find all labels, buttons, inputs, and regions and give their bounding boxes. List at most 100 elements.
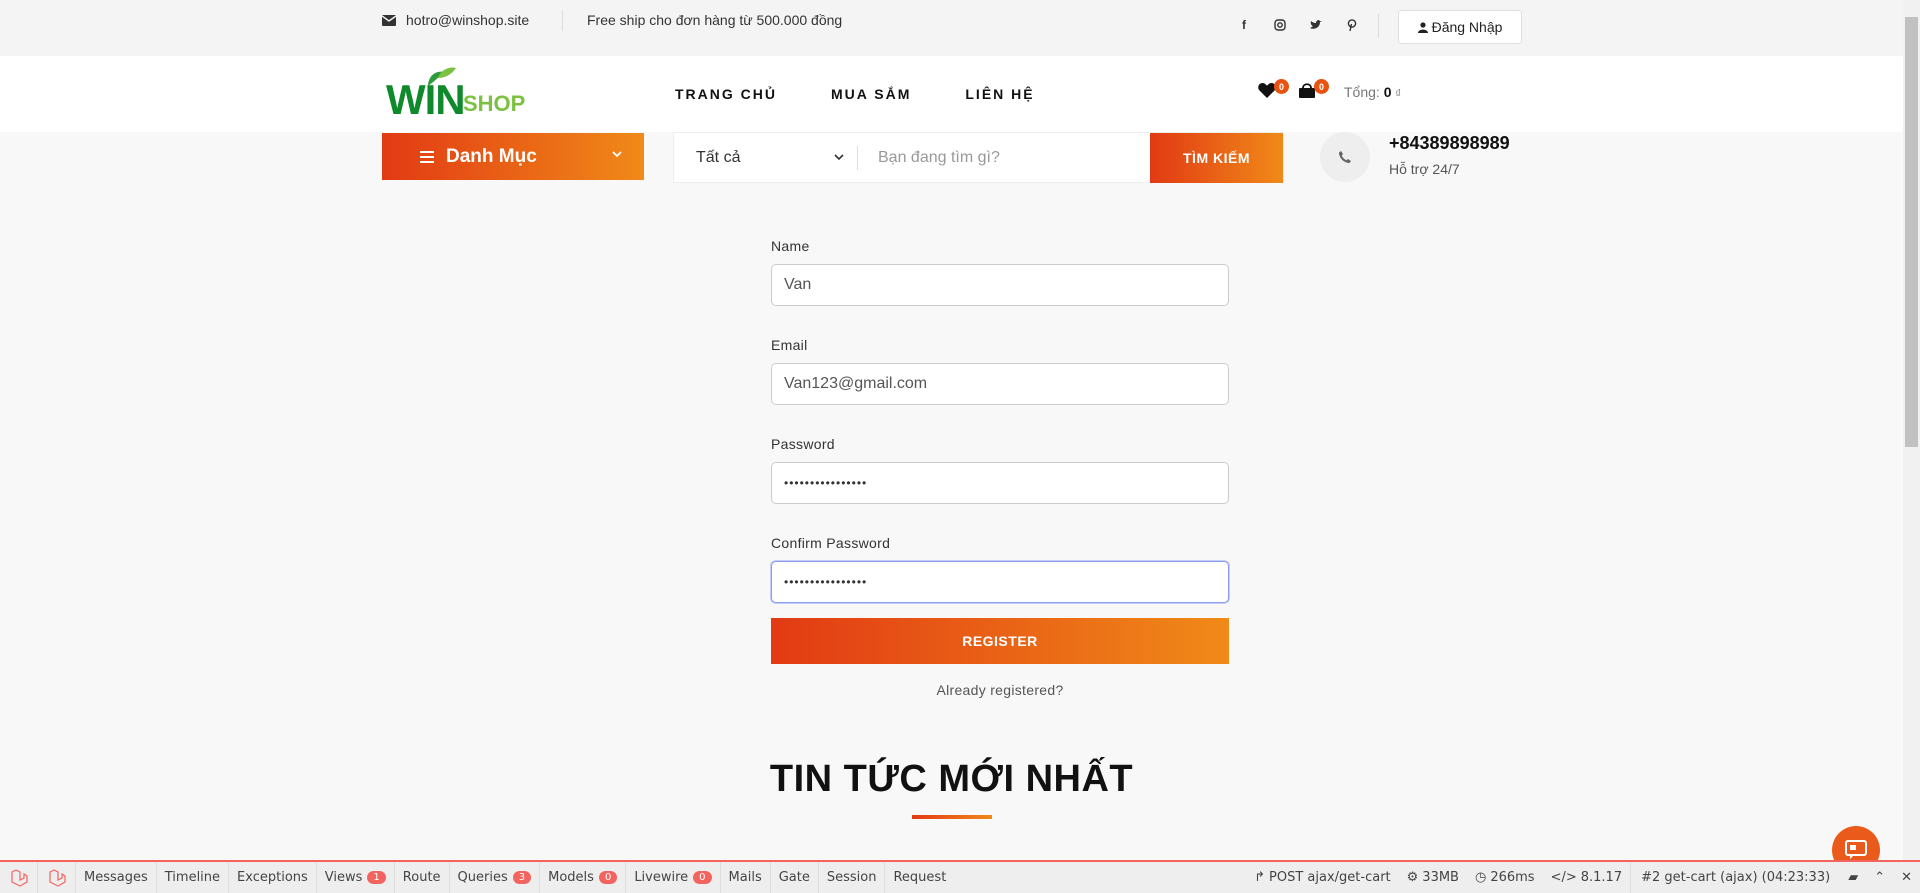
- register-button[interactable]: REGISTER: [771, 618, 1229, 664]
- debug-tab-queries[interactable]: Queries 3: [450, 862, 541, 893]
- debug-tab-label: Route: [402, 870, 441, 885]
- debug-php-text: 8.1.17: [1580, 870, 1623, 885]
- currency-symbol: ₫: [1395, 88, 1402, 100]
- top-divider: [562, 11, 563, 31]
- debug-php-version: </> 8.1.17: [1543, 862, 1631, 893]
- debug-tab-label: Livewire: [634, 870, 689, 885]
- top-promo: Free ship cho đơn hàng từ 500.000 đồng: [587, 12, 843, 28]
- pinterest-icon[interactable]: [1344, 17, 1360, 33]
- nav-contact[interactable]: LIÊN HỆ: [965, 86, 1034, 102]
- cogs-icon: ⚙: [1406, 870, 1419, 885]
- code-icon: </>: [1550, 870, 1577, 885]
- debug-count-badge: 0: [693, 871, 712, 884]
- name-input[interactable]: Van: [771, 264, 1229, 306]
- top-email-text: hotro@winshop.site: [406, 12, 530, 28]
- category-menu-button[interactable]: Danh Mục: [382, 133, 644, 180]
- debug-request-route: ↱ POST ajax/get-cart: [1246, 862, 1399, 893]
- debug-tab-label: Timeline: [164, 870, 221, 885]
- facebook-icon[interactable]: f: [1236, 17, 1252, 33]
- debug-memory: ⚙ 33MB: [1399, 862, 1467, 893]
- chevron-down-icon: [612, 151, 622, 158]
- debug-right-info: ↱ POST ajax/get-cart ⚙ 33MB ◷ 266ms </> …: [1246, 862, 1920, 893]
- envelope-icon: [382, 14, 396, 26]
- total-value: 0: [1383, 84, 1392, 100]
- logo-win: WIN: [386, 76, 466, 123]
- login-button[interactable]: Đăng Nhập: [1398, 10, 1522, 44]
- share-icon: ↱: [1254, 870, 1266, 885]
- debug-memory-text: 33MB: [1422, 870, 1459, 885]
- debug-tab-gate[interactable]: Gate: [771, 862, 819, 893]
- cart-button[interactable]: 0: [1298, 79, 1329, 102]
- news-heading-underline: [912, 815, 992, 819]
- login-label: Đăng Nhập: [1431, 19, 1503, 35]
- debug-tab-session[interactable]: Session: [819, 862, 886, 893]
- debug-request-text: POST ajax/get-cart: [1269, 870, 1391, 885]
- scrollbar-thumb[interactable]: [1905, 17, 1918, 447]
- nav-shop[interactable]: MUA SẮM: [831, 86, 911, 102]
- debug-count-badge: 0: [598, 871, 618, 884]
- confirm-password-input[interactable]: ••••••••••••••••: [771, 561, 1229, 603]
- debug-tab-label: Exceptions: [237, 870, 308, 885]
- password-input[interactable]: ••••••••••••••••: [771, 462, 1229, 504]
- already-registered-link[interactable]: Already registered?: [771, 682, 1229, 698]
- debug-tab-label: Models: [548, 870, 594, 885]
- nav-home[interactable]: TRANG CHỦ: [675, 86, 777, 102]
- wishlist-count: 0: [1274, 79, 1289, 94]
- support-hours: Hỗ trợ 24/7: [1389, 161, 1460, 177]
- phone-icon-circle: [1320, 132, 1370, 182]
- debug-tab-label: Views: [324, 870, 363, 885]
- menu-icon: [420, 150, 434, 163]
- total-label: Tổng:: [1344, 84, 1380, 100]
- debug-tab-exceptions[interactable]: Exceptions: [229, 862, 317, 893]
- name-label: Name: [771, 238, 810, 254]
- laravel-logo-icon-2[interactable]: [38, 862, 76, 893]
- cart-total: Tổng: 0 ₫: [1344, 84, 1401, 100]
- debug-tab-mails[interactable]: Mails: [721, 862, 771, 893]
- main-header: WIN SHOP TRANG CHỦ MUA SẮM LIÊN HỆ 0 0 T…: [0, 56, 1903, 132]
- debug-tab-views[interactable]: Views 1: [317, 862, 395, 893]
- category-select[interactable]: Tất cả: [674, 133, 857, 182]
- debug-tab-route[interactable]: Route: [395, 862, 450, 893]
- debug-tab-request[interactable]: Request: [885, 862, 954, 893]
- site-logo[interactable]: WIN SHOP: [386, 66, 536, 126]
- debug-tab-label: Session: [826, 870, 877, 885]
- chat-icon: [1845, 840, 1867, 859]
- debug-time-text: 266ms: [1490, 870, 1535, 885]
- cart-count: 0: [1314, 79, 1329, 94]
- search-input[interactable]: [858, 133, 1148, 182]
- category-menu-label: Danh Mục: [446, 145, 537, 167]
- debug-tab-label: Queries: [457, 870, 508, 885]
- top-bar: hotro@winshop.site Free ship cho đơn hàn…: [0, 0, 1903, 56]
- debug-count-badge: 3: [512, 871, 532, 884]
- debug-tab-label: Gate: [778, 870, 810, 885]
- main-nav: TRANG CHỦ MUA SẮM LIÊN HỆ: [675, 86, 1089, 102]
- debug-tab-messages[interactable]: Messages: [76, 862, 157, 893]
- folder-open-icon[interactable]: ▰: [1840, 862, 1866, 893]
- debug-tab-label: Request: [893, 870, 947, 885]
- page-scrollbar[interactable]: [1903, 0, 1920, 860]
- news-heading: TIN TỨC MỚI NHẤT: [769, 758, 1134, 800]
- debug-bar: Messages Timeline Exceptions Views 1 Rout…: [0, 860, 1920, 893]
- laravel-logo-icon[interactable]: [0, 862, 38, 893]
- email-input[interactable]: Van123@gmail.com: [771, 363, 1229, 405]
- debug-current-request-text: #2 get-cart (ajax) (04:23:33): [1641, 870, 1831, 885]
- email-label: Email: [771, 337, 808, 353]
- debug-time: ◷ 266ms: [1467, 862, 1543, 893]
- chevron-up-icon[interactable]: ⌃: [1866, 862, 1893, 893]
- debug-current-request-select[interactable]: #2 get-cart (ajax) (04:23:33): [1630, 862, 1840, 893]
- debug-tab-timeline[interactable]: Timeline: [157, 862, 230, 893]
- social-links: f: [1236, 17, 1360, 33]
- support-phone[interactable]: +84389898989: [1389, 133, 1510, 154]
- close-icon[interactable]: ✕: [1893, 862, 1920, 893]
- debug-tab-models[interactable]: Models 0: [540, 862, 627, 893]
- top-divider-2: [1378, 14, 1379, 38]
- wishlist-button[interactable]: 0: [1258, 79, 1289, 102]
- chevron-down-icon: [834, 154, 844, 161]
- top-email[interactable]: hotro@winshop.site: [382, 12, 529, 28]
- instagram-icon[interactable]: [1272, 17, 1288, 33]
- search-button[interactable]: TÌM KIẾM: [1150, 133, 1283, 183]
- twitter-icon[interactable]: [1308, 17, 1324, 33]
- debug-tab-livewire[interactable]: Livewire 0: [626, 862, 721, 893]
- register-form: Name Van Email Van123@gmail.com Password…: [771, 238, 1229, 698]
- confirm-password-label: Confirm Password: [771, 535, 891, 551]
